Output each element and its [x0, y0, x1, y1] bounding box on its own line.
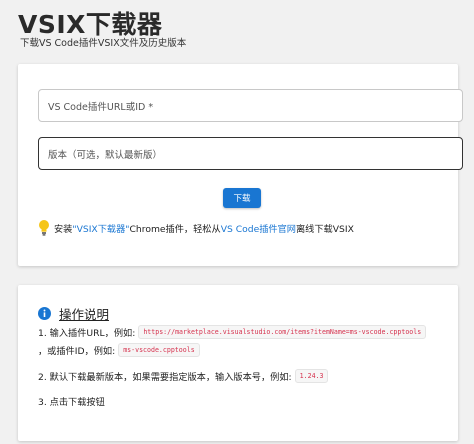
- download-button[interactable]: 下载: [223, 188, 261, 208]
- download-form-card: VS Code插件URL或ID * 版本（可选，默认最新版） 下载 安装 "VS…: [18, 64, 463, 266]
- info-icon: [38, 307, 51, 320]
- step-3-text: 3. 点击下载按钮: [38, 397, 105, 408]
- promo-prefix: 安装: [54, 224, 73, 235]
- promo-suffix: 离线下载VSIX: [296, 224, 354, 235]
- version-example-code: 1.24.3: [294, 369, 329, 383]
- instructions-card: 操作说明 1. 输入插件URL，例如: https://marketplace.…: [18, 285, 458, 441]
- instructions-header: 操作说明: [38, 304, 109, 323]
- promo-middle: Chrome插件，轻松从: [129, 224, 221, 235]
- lightbulb-icon: [39, 220, 49, 236]
- step-2: 2. 默认下载最新版本，如果需要指定版本，输入版本号，例如: 1.24.3: [38, 369, 331, 383]
- step-1: 1. 输入插件URL，例如: https://marketplace.visua…: [38, 325, 429, 339]
- plugin-url-placeholder: VS Code插件URL或ID *: [48, 101, 154, 113]
- version-placeholder: 版本（可选，默认最新版）: [48, 149, 163, 161]
- url-example-code: https://marketplace.visualstudio.com/ite…: [138, 325, 427, 339]
- step-1b-text: ，或插件ID，例如:: [38, 346, 116, 357]
- vscode-marketplace-link[interactable]: VS Code插件官网: [221, 221, 296, 235]
- chrome-extension-promo: 安装 "VSIX下载器" Chrome插件，轻松从 VS Code插件官网 离线…: [38, 219, 354, 237]
- version-input[interactable]: 版本（可选，默认最新版）: [38, 137, 463, 170]
- plugin-url-input[interactable]: VS Code插件URL或ID *: [38, 89, 463, 122]
- instructions-title: 操作说明: [59, 307, 110, 322]
- id-example-code: ms-vscode.cpptools: [118, 343, 200, 357]
- step-3: 3. 点击下载按钮: [38, 394, 105, 408]
- page-subtitle: 下载VS Code插件VSIX文件及历史版本: [20, 38, 187, 49]
- step-1-continued: ，或插件ID，例如: ms-vscode.cpptools: [38, 343, 203, 357]
- step-1-text: 1. 输入插件URL，例如:: [38, 328, 136, 339]
- chrome-extension-link[interactable]: "VSIX下载器": [72, 221, 129, 235]
- step-2-text: 2. 默认下载最新版本，如果需要指定版本，输入版本号，例如:: [38, 372, 292, 383]
